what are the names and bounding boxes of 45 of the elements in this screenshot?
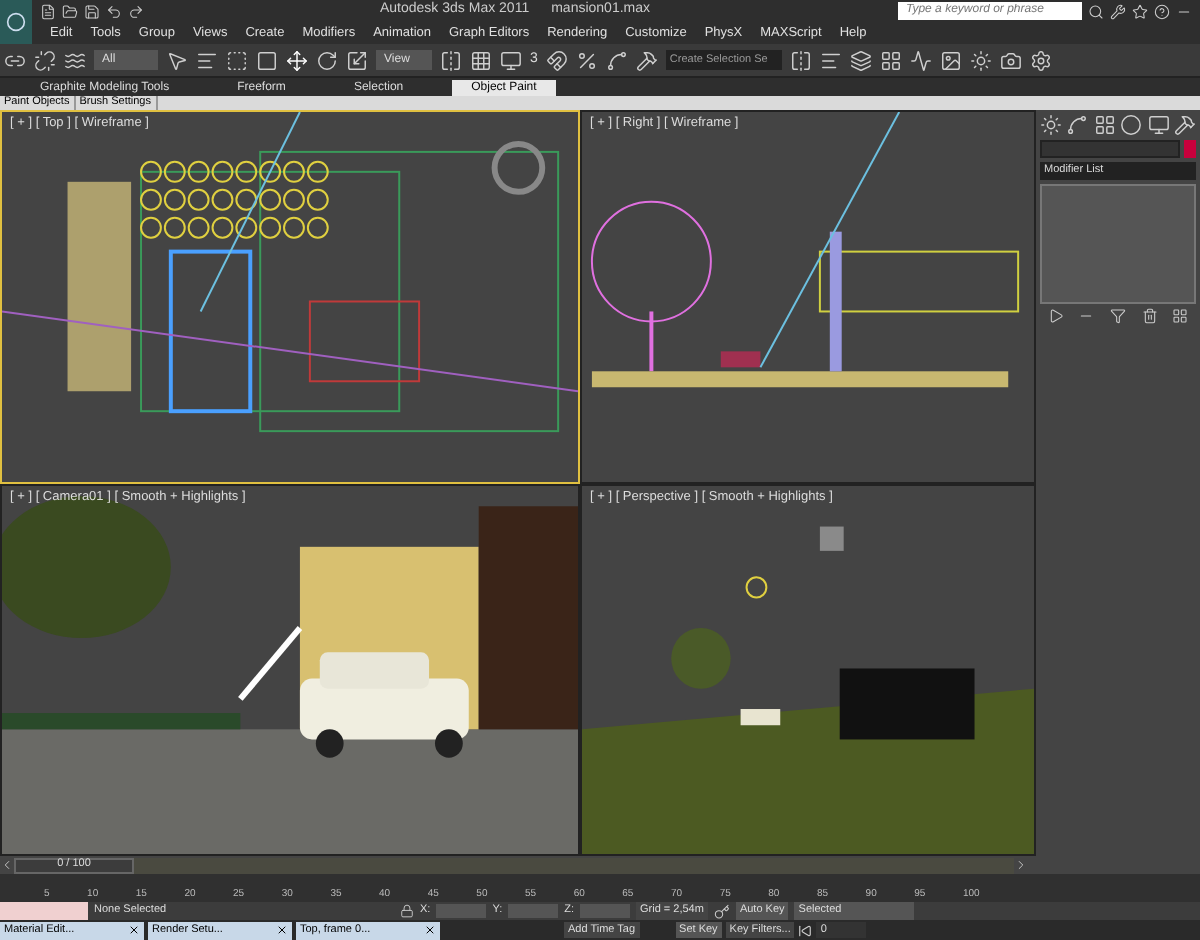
previous-frame-icon[interactable] <box>0 858 14 872</box>
lock-icon[interactable] <box>400 904 414 918</box>
redo-icon[interactable] <box>128 3 144 19</box>
align-icon[interactable] <box>819 49 842 71</box>
go-to-start-icon[interactable] <box>798 923 813 937</box>
rotate-icon[interactable] <box>316 49 338 71</box>
camera-icon[interactable] <box>999 49 1022 71</box>
key-icon[interactable] <box>713 903 730 919</box>
unlink-icon[interactable] <box>34 49 56 71</box>
app-logo-icon[interactable] <box>0 0 32 44</box>
wave-icon[interactable] <box>64 49 86 71</box>
star-icon[interactable] <box>1132 3 1148 19</box>
image-icon[interactable] <box>939 49 962 71</box>
mirror-icon[interactable] <box>440 49 462 71</box>
list-icon[interactable] <box>196 49 218 71</box>
y-coordinate-field[interactable] <box>508 904 559 918</box>
utilities-tab-icon[interactable] <box>1173 114 1196 136</box>
scale-icon[interactable] <box>346 49 368 71</box>
undo-icon[interactable] <box>106 3 122 19</box>
move-icon[interactable] <box>286 49 308 71</box>
gear-icon[interactable] <box>1029 49 1052 71</box>
close-icon[interactable] <box>424 924 436 936</box>
save-icon[interactable] <box>84 3 100 19</box>
dashed-square-icon[interactable] <box>226 49 248 71</box>
magnet-icon[interactable] <box>545 49 568 71</box>
close-icon[interactable] <box>276 924 288 936</box>
mirror-axis-icon[interactable] <box>789 49 812 71</box>
help-icon[interactable] <box>1154 3 1170 19</box>
curve-editor-icon[interactable] <box>909 49 932 71</box>
new-file-icon[interactable] <box>40 3 56 19</box>
percent-icon[interactable] <box>575 49 598 71</box>
square-icon[interactable] <box>256 49 278 71</box>
close-icon[interactable] <box>128 924 140 936</box>
z-coordinate-field[interactable] <box>580 904 630 918</box>
open-folder-icon[interactable] <box>62 3 78 19</box>
remove-modifier-icon[interactable] <box>1141 308 1158 324</box>
grid-icon[interactable] <box>879 49 902 71</box>
pointer-icon[interactable] <box>166 49 188 71</box>
monitor-icon[interactable] <box>500 49 522 71</box>
x-coordinate-field[interactable] <box>436 904 487 918</box>
color-swatch[interactable] <box>1184 140 1196 158</box>
wrench-icon[interactable] <box>1110 3 1126 19</box>
next-frame-icon[interactable] <box>1014 858 1028 872</box>
layers-icon[interactable] <box>849 49 872 71</box>
object-name-field[interactable] <box>1040 140 1180 158</box>
